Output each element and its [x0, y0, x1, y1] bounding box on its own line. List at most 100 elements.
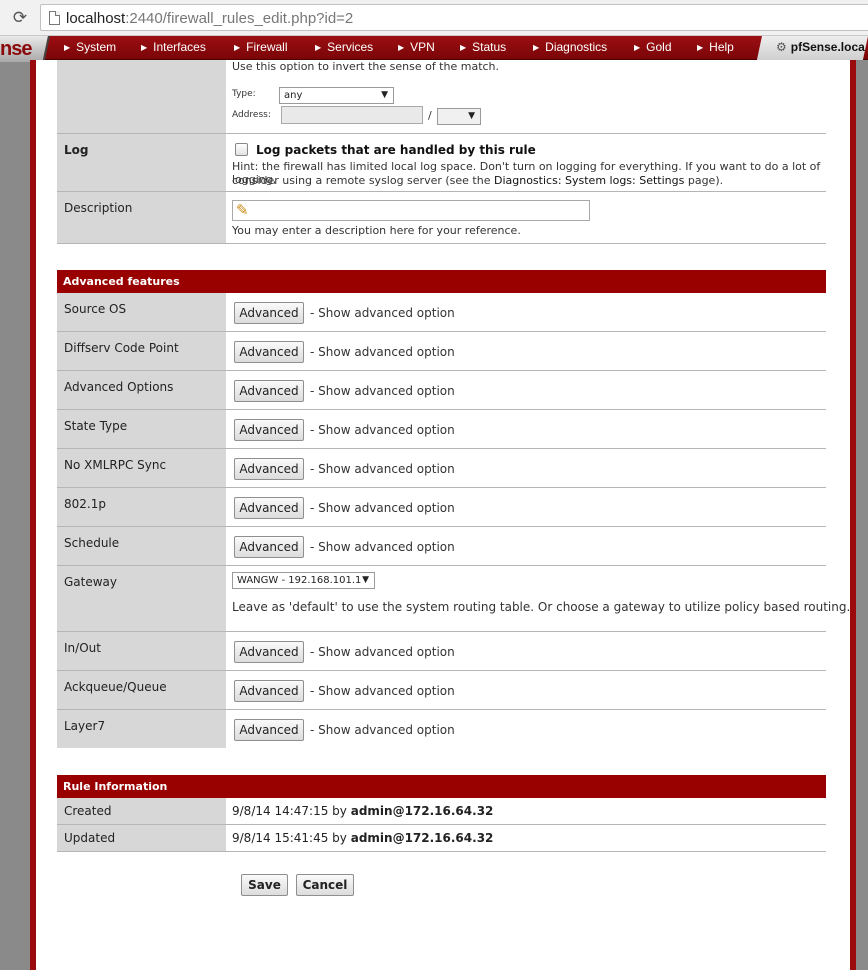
gateway-select-value: WANGW - 192.168.101.1 — [237, 575, 362, 586]
show-advanced-text: - Show advanced option — [310, 423, 455, 437]
advanced-row-label: Ackqueue/Queue — [57, 671, 226, 709]
advanced-row-label: In/Out — [57, 632, 226, 670]
show-advanced-text: - Show advanced option — [310, 384, 455, 398]
created-label: Created — [57, 798, 226, 824]
advanced-options-advanced-button[interactable]: Advanced — [234, 380, 304, 402]
show-advanced-text: - Show advanced option — [310, 345, 455, 359]
row-divider — [57, 243, 826, 244]
log-hint-text: consider using a remote syslog server (s… — [232, 174, 494, 187]
type-select[interactable]: any ▼ — [279, 87, 394, 104]
url-text: localhost:2440/firewall_rules_edit.php?i… — [66, 10, 353, 27]
nav-vpn[interactable]: ▶ VPN — [398, 38, 435, 56]
nav-diagnostics[interactable]: ▶ Diagnostics — [533, 38, 607, 56]
ackqueue-advanced-button[interactable]: Advanced — [234, 680, 304, 702]
nav-arrow-icon: ▶ — [533, 43, 540, 52]
address-label: Address: — [232, 110, 271, 120]
created-value: 9/8/14 14:47:15 by admin@172.16.64.32 — [232, 804, 493, 818]
nav-arrow-icon: ▶ — [64, 43, 71, 52]
gateway-select[interactable]: WANGW - 192.168.101.1 ▼ — [232, 572, 375, 589]
advanced-row-label: State Type — [57, 410, 226, 448]
source-os-advanced-button[interactable]: Advanced — [234, 302, 304, 324]
host-name: pfSense.loca — [790, 40, 865, 54]
nav-help[interactable]: ▶ Help — [697, 38, 734, 56]
rule-information-header: Rule Information — [57, 775, 826, 798]
schedule-advanced-button[interactable]: Advanced — [234, 536, 304, 558]
description-input[interactable]: ✎ — [232, 200, 590, 221]
advanced-row-label: Advanced Options — [57, 371, 226, 409]
browser-toolbar: ⟳ localhost:2440/firewall_rules_edit.php… — [0, 0, 868, 36]
host-icon: ⚙ — [776, 40, 787, 54]
nav-interfaces[interactable]: ▶ Interfaces — [141, 38, 206, 56]
page-icon — [49, 11, 60, 25]
layer7-advanced-button[interactable]: Advanced — [234, 719, 304, 741]
advanced-row-label: Schedule — [57, 527, 226, 565]
updated-user: admin@172.16.64.32 — [350, 831, 494, 845]
created-by-word: by — [332, 804, 347, 818]
description-hint: You may enter a description here for you… — [232, 224, 521, 237]
nav-interfaces-label: Interfaces — [153, 40, 206, 54]
in-out-advanced-button[interactable]: Advanced — [234, 641, 304, 663]
mask-select[interactable]: ▼ — [437, 108, 481, 125]
log-hint-text-end: page). — [684, 174, 724, 187]
nav-gold[interactable]: ▶ Gold — [634, 38, 672, 56]
address-input[interactable] — [281, 106, 423, 124]
reload-icon[interactable]: ⟳ — [10, 8, 30, 28]
nav-help-label: Help — [709, 40, 734, 54]
save-button[interactable]: Save — [241, 874, 288, 896]
address-slash: / — [428, 109, 432, 122]
pfsense-logo[interactable]: nse — [0, 38, 32, 61]
created-user: admin@172.16.64.32 — [350, 804, 494, 818]
nav-gold-label: Gold — [646, 40, 672, 54]
source-label-cell — [57, 60, 226, 133]
log-checkbox[interactable] — [235, 143, 248, 156]
type-label: Type: — [232, 89, 256, 99]
advanced-row-label: Diffserv Code Point — [57, 332, 226, 370]
no-xmlrpc-sync-advanced-button[interactable]: Advanced — [234, 458, 304, 480]
address-bar[interactable]: localhost:2440/firewall_rules_edit.php?i… — [40, 4, 868, 31]
nav-firewall-label: Firewall — [246, 40, 288, 54]
nav-arrow-icon: ▶ — [634, 43, 641, 52]
invert-hint: Use this option to invert the sense of t… — [232, 60, 500, 73]
advanced-row-label: 802.1p — [57, 488, 226, 526]
nav-status-label: Status — [472, 40, 507, 54]
nav-system[interactable]: ▶ System — [64, 38, 116, 56]
nav-system-label: System — [76, 40, 117, 54]
nav-arrow-icon: ▶ — [398, 43, 405, 52]
advanced-row-label: Source OS — [57, 293, 226, 331]
nav-vpn-label: VPN — [410, 40, 435, 54]
gateway-label: Gateway — [57, 566, 226, 631]
8021p-advanced-button[interactable]: Advanced — [234, 497, 304, 519]
nav-services-label: Services — [327, 40, 374, 54]
url-host: localhost — [66, 10, 126, 27]
log-label: Log — [57, 134, 226, 191]
gateway-hint: Leave as 'default' to use the system rou… — [232, 600, 851, 614]
nav-diagnostics-label: Diagnostics — [545, 40, 608, 54]
nav-arrow-icon: ▶ — [234, 43, 241, 52]
nav-arrow-icon: ▶ — [697, 43, 704, 52]
diffserv-advanced-button[interactable]: Advanced — [234, 341, 304, 363]
updated-by-word: by — [332, 831, 347, 845]
chevron-down-icon: ▼ — [468, 111, 475, 121]
nav-firewall[interactable]: ▶ Firewall — [234, 38, 288, 56]
advanced-features-header: Advanced features — [57, 270, 826, 293]
type-select-value: any — [284, 90, 303, 101]
show-advanced-text: - Show advanced option — [310, 723, 455, 737]
created-time: 9/8/14 14:47:15 — [232, 804, 329, 818]
nav-services[interactable]: ▶ Services — [315, 38, 373, 56]
nav-status[interactable]: ▶ Status — [460, 38, 506, 56]
nav-arrow-icon: ▶ — [315, 43, 322, 52]
host-tab[interactable]: ⚙ pfSense.loca — [776, 38, 865, 56]
updated-value: 9/8/14 15:41:45 by admin@172.16.64.32 — [232, 831, 493, 845]
log-hint-line2: consider using a remote syslog server (s… — [232, 174, 723, 187]
syslog-settings-link[interactable]: Diagnostics: System logs: Settings — [494, 174, 684, 187]
nav-arrow-icon: ▶ — [141, 43, 148, 52]
frame-right-border — [850, 60, 856, 970]
state-type-advanced-button[interactable]: Advanced — [234, 419, 304, 441]
url-path: :2440/firewall_rules_edit.php?id=2 — [125, 10, 354, 27]
updated-label: Updated — [57, 825, 226, 851]
nav-arrow-icon: ▶ — [460, 43, 467, 52]
pencil-icon: ✎ — [236, 201, 249, 219]
chevron-down-icon: ▼ — [381, 90, 388, 100]
show-advanced-text: - Show advanced option — [310, 684, 455, 698]
cancel-button[interactable]: Cancel — [296, 874, 354, 896]
